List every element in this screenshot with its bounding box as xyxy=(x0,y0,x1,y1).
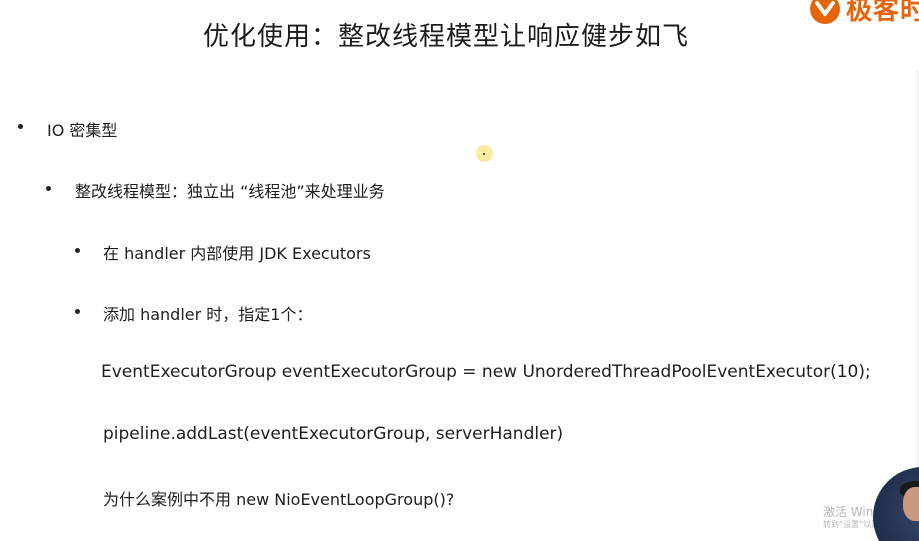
slide-edge-shadow xyxy=(915,70,919,470)
bullet-dot-icon xyxy=(75,248,80,253)
code-line: EventExecutorGroup eventExecutorGroup = … xyxy=(101,362,871,382)
bullet-dot-icon xyxy=(46,186,51,191)
geektime-logo-icon xyxy=(810,0,840,24)
brand-logo: 极客时 xyxy=(808,0,919,27)
bullet-dot-icon xyxy=(75,309,80,314)
question-line: 为什么案例中不用 new NioEventLoopGroup()? xyxy=(103,490,455,509)
list-item: IO 密集型 xyxy=(47,121,118,140)
presenter-face xyxy=(903,487,919,521)
list-item: 在 handler 内部使用 JDK Executors xyxy=(103,244,371,263)
pointer-cursor-icon xyxy=(476,145,493,162)
slide-title: 优化使用：整改线程模型让响应健步如飞 xyxy=(202,22,689,52)
code-line: pipeline.addLast(eventExecutorGroup, ser… xyxy=(103,424,564,444)
list-item: 添加 handler 时，指定1个： xyxy=(103,305,313,324)
logo-text: 极客时 xyxy=(846,0,919,26)
bullet-dot-icon xyxy=(18,124,23,129)
presenter-video xyxy=(873,467,919,541)
slide: 优化使用：整改线程模型让响应健步如飞 极客时 IO 密集型 整改线程模型：独立出… xyxy=(0,0,919,541)
list-item: 整改线程模型：独立出 “线程池”来处理业务 xyxy=(75,182,385,201)
